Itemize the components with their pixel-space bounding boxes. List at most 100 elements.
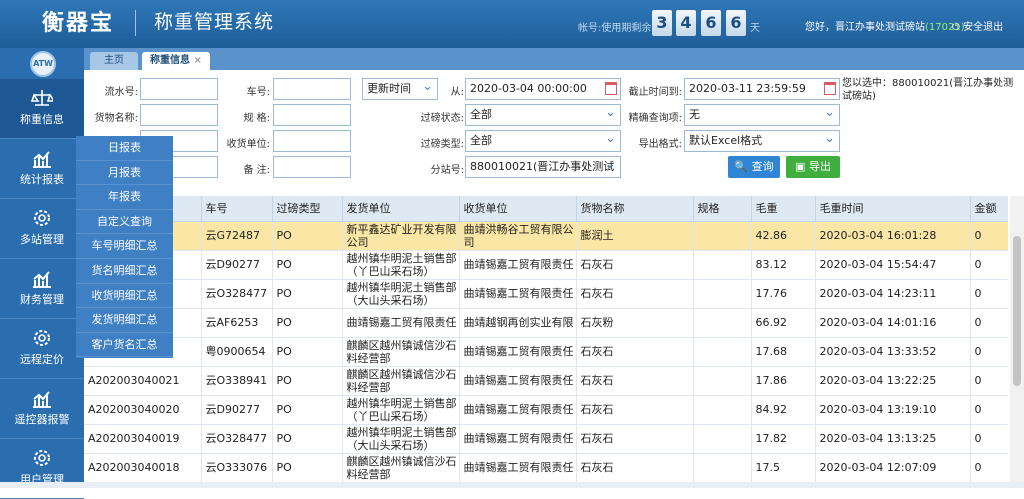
to-date-input[interactable]: 2020-03-11 23:59:59 [684, 78, 840, 100]
header-divider [135, 10, 136, 36]
query-button[interactable]: 🔍 查询 [728, 156, 780, 178]
flyout-menu-item[interactable]: 发货明细汇总 [76, 308, 173, 333]
table-row[interactable]: A202003040018 云O333076 PO 麒麟区越州镇诚信沙石料经营部 曲靖锡… [84, 453, 1008, 483]
scrollbar-thumb[interactable] [1013, 236, 1021, 386]
goods-input[interactable] [140, 104, 218, 126]
column-header[interactable]: 毛重时间 [815, 196, 971, 222]
logout-link[interactable]: ⏻ 安全退出 [952, 18, 1003, 33]
table-row[interactable]: 粤0900654 PO 麒麟区越州镇诚信沙石料经营部 曲靖锡嘉工贸有限责任 石灰石 17.… [84, 337, 1008, 367]
table-cell: 越州镇华明泥土销售部（大山头采石场） [342, 424, 460, 454]
logout-label: 安全退出 [963, 22, 1004, 33]
days-digit: 3 [652, 10, 672, 36]
column-header[interactable]: 发货单位 [342, 196, 460, 222]
weigh-type-select[interactable]: 全部 [465, 129, 621, 152]
table-cell: PO [272, 395, 343, 425]
column-header[interactable]: 收货单位 [459, 196, 577, 222]
table-row[interactable]: 云G72487 PO 新平鑫达矿业开发有限公司 曲靖洪畅谷工贸有限公司 膨润土 42.86… [84, 221, 1008, 251]
sidebar-item-label: 称重信息 [20, 113, 64, 126]
table-cell [693, 337, 752, 367]
flyout-menu-item[interactable]: 年报表 [76, 185, 173, 210]
flyout-menu-item[interactable]: 客户货名汇总 [76, 333, 173, 358]
sidebar-item-label: 远程定价 [20, 353, 64, 366]
station-select[interactable]: 880010021(晋江办事处测试 [465, 156, 621, 178]
flyout-menu-item[interactable]: 自定义查询 [76, 210, 173, 235]
export-format-select[interactable]: 默认Excel格式 [684, 129, 840, 152]
station-value: 880010021(晋江办事处测试 [470, 160, 615, 173]
table-cell: 2020-03-04 13:33:52 [815, 337, 971, 367]
table-cell: 0 [970, 366, 1008, 396]
receiver-input[interactable] [273, 130, 351, 152]
table-cell [693, 250, 752, 280]
table-header-row: 车号 过磅类型 发货单位 收货单位 货物名称 规格 毛重 毛重时间 金额 [84, 196, 1008, 222]
calendar-icon[interactable] [824, 82, 836, 95]
table-row[interactable]: A202003040021 云O338941 PO 麒麟区越州镇诚信沙石料经营部 曲靖锡… [84, 366, 1008, 396]
spec-input[interactable] [273, 104, 351, 126]
close-icon[interactable]: × [193, 55, 201, 66]
flyout-menu-item[interactable]: 车号明细汇总 [76, 234, 173, 259]
table-cell: A202003040021 [84, 366, 202, 396]
note-input[interactable] [273, 156, 351, 178]
sidebar-item-finance[interactable]: 财务管理 [0, 259, 84, 319]
table-cell: 石灰粉 [576, 308, 694, 338]
vertical-scrollbar[interactable] [1010, 196, 1024, 482]
gear-icon [34, 210, 50, 226]
flyout-menu-item[interactable]: 收货明细汇总 [76, 284, 173, 309]
export-button[interactable]: ▣ 导出 [786, 156, 840, 178]
flyout-menu-item[interactable]: 货名明细汇总 [76, 259, 173, 284]
weighing-table: 车号 过磅类型 发货单位 收货单位 货物名称 规格 毛重 毛重时间 金额 云G72487 PO 新平… [84, 196, 1008, 488]
sidebar-item-remote-pricing[interactable]: 远程定价 [0, 319, 84, 379]
excel-icon: ▣ [795, 160, 806, 173]
sidebar-item-multistation[interactable]: 多站管理 [0, 199, 84, 259]
table-cell: A202003040020 [84, 395, 202, 425]
tab-weighing-info[interactable]: 称重信息 × [142, 52, 210, 70]
sidebar-item-remote-alarm[interactable]: 遥控器报警 [0, 379, 84, 439]
exact-query-select[interactable]: 无 [684, 103, 840, 126]
table-cell: PO [272, 279, 343, 309]
sidebar-item-reports[interactable]: 统计报表 [0, 139, 84, 199]
table-cell: 2020-03-04 13:19:10 [815, 395, 971, 425]
table-row[interactable]: 云D90277 PO 越州镇华明泥土销售部（丫巴山采石场） 曲靖锡嘉工贸有限责任 石灰石… [84, 250, 1008, 280]
bar-chart-icon [33, 391, 51, 408]
greeting-prefix: 您好， [805, 22, 835, 33]
table-cell: 新平鑫达矿业开发有限公司 [342, 221, 460, 251]
table-cell: PO [272, 250, 343, 280]
column-header[interactable]: 货物名称 [576, 196, 694, 222]
table-cell [693, 453, 752, 483]
goods-label: 货物名称: [94, 113, 138, 124]
time-type-select[interactable]: 更新时间 [362, 77, 438, 100]
sidebar-item-weighing[interactable]: 称重信息 [0, 79, 84, 139]
flyout-menu-item[interactable]: 日报表 [76, 136, 173, 161]
table-cell [693, 366, 752, 396]
column-header[interactable]: 车号 [201, 196, 273, 222]
table-cell: 2020-03-04 13:13:25 [815, 424, 971, 454]
table-cell: 曲靖锡嘉工贸有限责任 [459, 337, 577, 367]
time-type-value: 更新时间 [367, 82, 411, 95]
status-select[interactable]: 全部 [465, 103, 621, 126]
logo: 衡器宝 [42, 11, 115, 36]
table-cell: 越州镇华明泥土销售部（丫巴山采石场） [342, 395, 460, 425]
serial-input[interactable] [140, 78, 218, 100]
table-cell: 2020-03-04 16:01:28 [815, 221, 971, 251]
column-header[interactable]: 过磅类型 [272, 196, 343, 222]
column-header[interactable]: 规格 [693, 196, 752, 222]
column-header[interactable]: 毛重 [751, 196, 816, 222]
plate-input[interactable] [273, 78, 351, 100]
exact-query-label: 精确查询项: [628, 113, 682, 124]
sidebar-item-users[interactable]: 用户管理 [0, 439, 84, 499]
tab-home[interactable]: 主页 [90, 52, 138, 70]
flyout-menu-item[interactable]: 月报表 [76, 161, 173, 186]
table-row[interactable]: 云AF6253 PO 曲靖锡嘉工贸有限责任 曲靖越钢再创实业有限 石灰粉 66.92 202… [84, 308, 1008, 338]
table-cell: 越州镇华明泥土销售部（丫巴山采石场） [342, 250, 460, 280]
table-row[interactable]: A202003040020 云D90277 PO 越州镇华明泥土销售部（丫巴山采石场）… [84, 395, 1008, 425]
reports-flyout-menu: 日报表 月报表 年报表 自定义查询 车号明细汇总 货名明细汇总 收货明细汇总 发货明细汇总 客户… [76, 136, 173, 358]
table-row[interactable]: A202003040019 云O328477 PO 越州镇华明泥土销售部（大山头采石场… [84, 424, 1008, 454]
table-cell: PO [272, 221, 343, 251]
table-row[interactable]: 云O328477 PO 越州镇华明泥土销售部（大山头采石场） 曲靖锡嘉工贸有限责任 石灰… [84, 279, 1008, 309]
receiver-label: 收货单位: [226, 139, 270, 150]
table-cell: 石灰石 [576, 424, 694, 454]
table-cell: 曲靖锡嘉工贸有限责任 [459, 279, 577, 309]
table-cell [693, 221, 752, 251]
from-date-input[interactable]: 2020-03-04 00:00:00 [465, 78, 621, 100]
column-header[interactable]: 金额 [970, 196, 1008, 222]
status-value: 全部 [470, 108, 492, 121]
